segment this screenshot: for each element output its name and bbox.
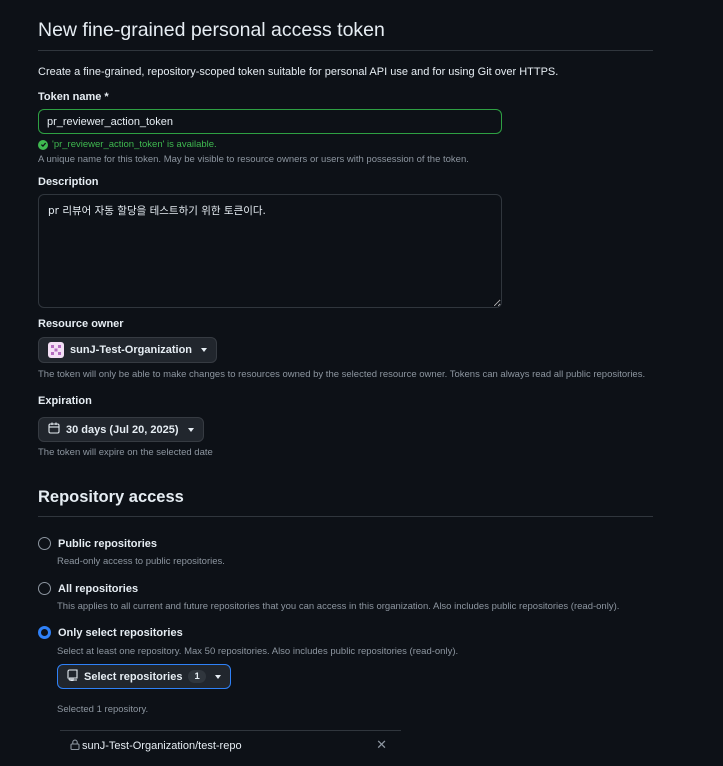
expiration-select[interactable]: 30 days (Jul 20, 2025) bbox=[38, 417, 204, 442]
radio-button[interactable] bbox=[38, 626, 51, 639]
expiration-value: 30 days (Jul 20, 2025) bbox=[66, 423, 179, 436]
radio-note: Select at least one repository. Max 50 r… bbox=[57, 646, 459, 657]
expiration-label: Expiration bbox=[38, 395, 92, 407]
triangle-down-icon bbox=[187, 427, 194, 432]
check-circle-fill-icon bbox=[38, 139, 48, 150]
triangle-down-icon bbox=[214, 674, 221, 679]
radio-public-repositories[interactable]: Public repositories bbox=[38, 537, 157, 550]
title-divider bbox=[38, 50, 653, 51]
radio-only-select-repositories[interactable]: Only select repositories bbox=[38, 626, 183, 639]
page-intro: Create a fine-grained, repository-scoped… bbox=[38, 66, 559, 78]
selected-repo-row: sunJ-Test-Organization/test-repo ✕ bbox=[60, 730, 401, 760]
token-name-input[interactable] bbox=[38, 109, 502, 134]
triangle-down-icon bbox=[201, 348, 208, 352]
resource-owner-value: sunJ-Test-Organization bbox=[70, 344, 193, 356]
token-name-note: A unique name for this token. May be vis… bbox=[38, 154, 469, 165]
description-textarea[interactable]: pr 리뷰어 자동 할당을 테스트하기 위한 토큰이다. bbox=[38, 194, 502, 308]
radio-button[interactable] bbox=[38, 582, 51, 595]
radio-all-repositories[interactable]: All repositories bbox=[38, 582, 138, 595]
radio-note: Read-only access to public repositories. bbox=[57, 556, 225, 567]
description-label: Description bbox=[38, 176, 99, 188]
token-name-label: Token name * bbox=[38, 91, 109, 103]
page-title: New fine-grained personal access token bbox=[38, 19, 385, 41]
repository-access-divider bbox=[38, 516, 653, 517]
resource-owner-select[interactable]: sunJ-Test-Organization bbox=[38, 337, 218, 363]
x-icon[interactable]: ✕ bbox=[376, 738, 387, 751]
selected-summary: Selected 1 repository. bbox=[57, 704, 149, 715]
selected-count-badge: 1 bbox=[188, 670, 206, 683]
repository-access-title: Repository access bbox=[38, 488, 184, 506]
token-name-validation: 'pr_reviewer_action_token' is available. bbox=[38, 139, 217, 150]
resource-owner-label: Resource owner bbox=[38, 318, 124, 330]
radio-label: All repositories bbox=[58, 582, 139, 595]
radio-label: Only select repositories bbox=[58, 626, 183, 639]
radio-note: This applies to all current and future r… bbox=[57, 601, 620, 612]
repo-icon bbox=[67, 669, 78, 684]
radio-label: Public repositories bbox=[58, 537, 158, 550]
selected-repo-name: sunJ-Test-Organization/test-repo bbox=[82, 739, 242, 752]
expiration-note: The token will expire on the selected da… bbox=[38, 447, 213, 458]
radio-button[interactable] bbox=[38, 537, 51, 550]
resource-owner-note: The token will only be able to make chan… bbox=[38, 369, 646, 380]
select-repositories-label: Select repositories bbox=[84, 670, 183, 683]
select-repositories-button[interactable]: Select repositories 1 bbox=[57, 664, 231, 689]
calendar-icon bbox=[48, 422, 60, 437]
token-name-valid-message: 'pr_reviewer_action_token' is available. bbox=[52, 139, 217, 150]
lock-icon bbox=[70, 739, 80, 753]
org-avatar bbox=[48, 342, 64, 358]
